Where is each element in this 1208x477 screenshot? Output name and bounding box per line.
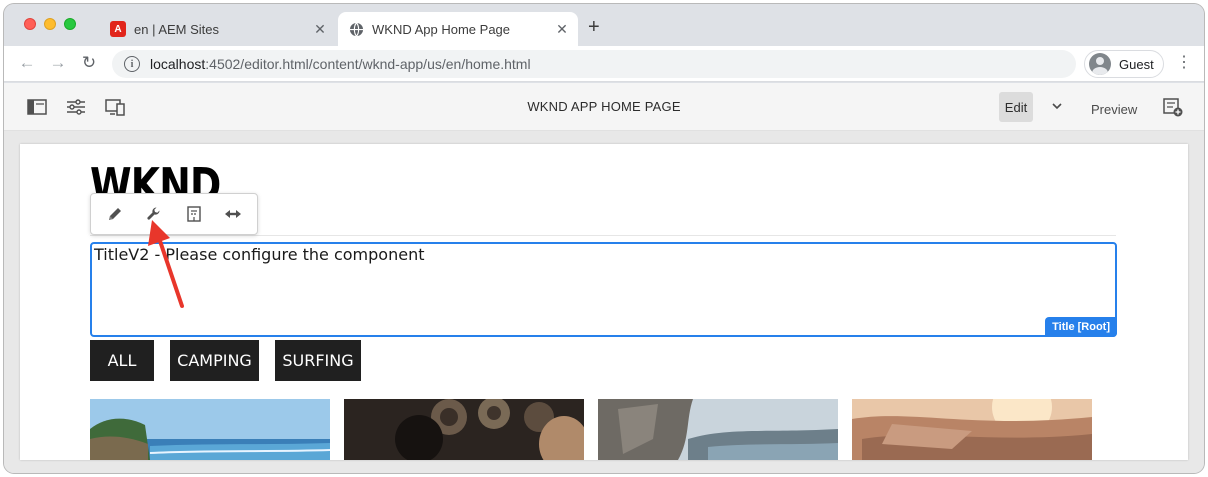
annotate-icon[interactable] <box>1162 97 1184 117</box>
browser-toolbar: ← → ↻ i localhost:4502/editor.html/conte… <box>4 46 1204 82</box>
adventure-image-brewery[interactable] <box>344 399 584 460</box>
address-bar[interactable]: i localhost:4502/editor.html/content/wkn… <box>112 50 1076 78</box>
adventure-image-climbing[interactable] <box>598 399 838 460</box>
policy-icon[interactable] <box>177 197 211 231</box>
filter-buttons: ALL CAMPING SURFING <box>90 340 377 381</box>
aem-editor-toolbar: WKND APP HOME PAGE Edit Preview <box>4 83 1204 131</box>
tab-title: en | AEM Sites <box>134 21 220 37</box>
editor-canvas: WKND TitleV2 - Please configure the comp… <box>4 131 1204 473</box>
minimize-window-button[interactable] <box>44 18 56 30</box>
tab-strip: A en | AEM Sites ✕ WKND App Home Page ✕ … <box>4 4 1204 46</box>
component-badge: Title [Root] <box>1045 317 1117 337</box>
reload-icon[interactable]: ↻ <box>78 53 100 73</box>
url-host: localhost <box>150 56 206 72</box>
title-component-text: TitleV2 - Please configure the component <box>94 245 425 264</box>
filter-surfing-button[interactable]: SURFING <box>275 340 361 381</box>
chevron-down-icon[interactable] <box>1050 99 1064 113</box>
tab-title: WKND App Home Page <box>372 21 511 37</box>
tab-wknd-home[interactable]: WKND App Home Page ✕ <box>338 12 578 46</box>
globe-icon <box>348 21 364 37</box>
browser-menu-icon[interactable]: ⋮ <box>1176 54 1192 72</box>
close-tab-icon[interactable]: ✕ <box>310 21 330 38</box>
profile-label: Guest <box>1119 56 1154 72</box>
component-edit-toolbar <box>90 193 258 235</box>
filter-all-button[interactable]: ALL <box>90 340 154 381</box>
filter-camping-button[interactable]: CAMPING <box>170 340 259 381</box>
pencil-icon[interactable] <box>98 197 132 231</box>
adobe-icon: A <box>110 21 126 37</box>
maximize-window-button[interactable] <box>64 18 76 30</box>
back-icon[interactable]: ← <box>16 53 38 73</box>
title-component[interactable]: TitleV2 - Please configure the component… <box>90 242 1117 337</box>
close-tab-icon[interactable]: ✕ <box>552 21 572 38</box>
preview-mode-button[interactable]: Preview <box>1091 102 1137 117</box>
resize-icon[interactable] <box>216 197 250 231</box>
browser-window: A en | AEM Sites ✕ WKND App Home Page ✕ … <box>4 4 1204 473</box>
new-tab-button[interactable]: + <box>588 17 600 37</box>
edit-mode-button[interactable]: Edit <box>999 92 1033 122</box>
adventure-image-hiking[interactable] <box>852 399 1092 460</box>
url-path: :4502/editor.html/content/wknd-app/us/en… <box>205 56 531 72</box>
close-window-button[interactable] <box>24 18 36 30</box>
divider <box>90 235 1116 236</box>
wrench-icon[interactable] <box>137 197 171 231</box>
page-frame: WKND TitleV2 - Please configure the comp… <box>20 144 1188 460</box>
info-icon[interactable]: i <box>124 56 140 72</box>
avatar <box>1089 53 1111 75</box>
tab-aem-sites[interactable]: A en | AEM Sites ✕ <box>100 12 336 46</box>
adventure-image-beach[interactable] <box>90 399 330 460</box>
forward-icon[interactable]: → <box>47 53 69 73</box>
profile-button[interactable]: Guest <box>1084 50 1164 78</box>
